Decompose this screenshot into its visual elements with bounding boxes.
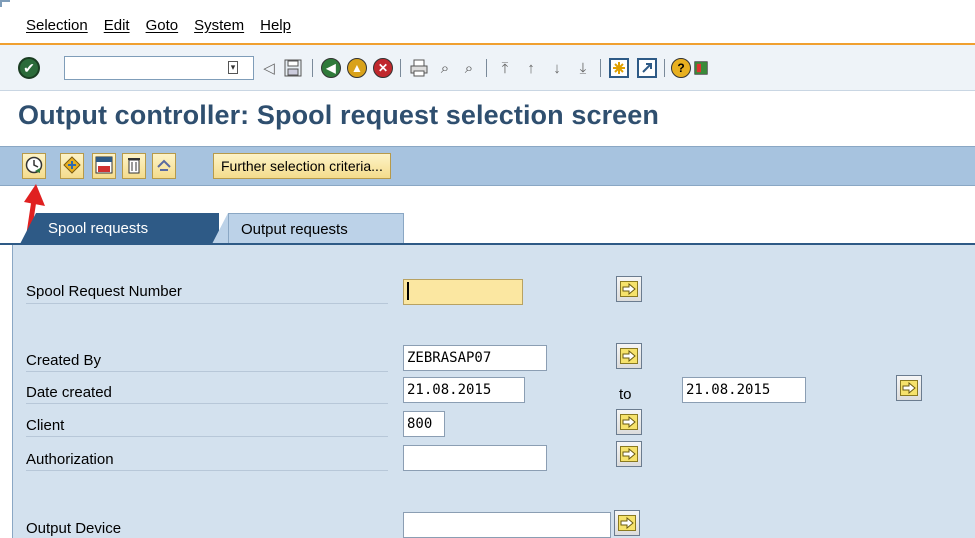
last-page-icon[interactable]: ⤓ [572,57,594,79]
diamond-arrows-icon [63,155,81,177]
shortcut-icon[interactable] [636,57,658,79]
cancel-icon[interactable]: ✕ [372,57,394,79]
find-icon[interactable]: ⌕ [434,57,456,79]
tab-output-requests[interactable]: Output requests [212,213,404,244]
menu-goto[interactable]: Goto [146,17,179,34]
arrow-right-icon [620,446,638,462]
further-selection-criteria-button[interactable]: Further selection criteria... [213,153,391,179]
spool-request-number-label: Spool Request Number [26,283,182,300]
toolbar-separator [486,59,487,77]
create-session-icon[interactable] [608,57,630,79]
tab-spool-requests[interactable]: Spool requests [20,213,219,244]
date-created-multiple-selection-button[interactable] [896,375,922,401]
exit-icon[interactable]: ▲ [346,57,368,79]
first-page-icon[interactable]: ⤒ [494,57,516,79]
arrow-right-icon [618,515,636,531]
label-underline [26,303,388,304]
page-title: Output controller: Spool request selecti… [18,100,660,130]
enter-checkmark-icon[interactable]: ✔ [18,57,40,79]
authorization-multiple-selection-button[interactable] [616,441,642,467]
created-by-multiple-selection-button[interactable] [616,343,642,369]
client-multiple-selection-button[interactable] [616,409,642,435]
window-corner [0,0,10,7]
layout-menu-icon[interactable] [694,57,708,79]
menu-help[interactable]: Help [260,17,291,34]
date-created-to-field[interactable]: 21.08.2015 [682,377,806,403]
arrow-right-icon [620,348,638,364]
created-by-field[interactable]: ZEBRASAP07 [403,345,547,371]
authorization-field[interactable] [403,445,547,471]
back-icon[interactable]: ◀ [320,57,342,79]
label-underline [26,470,388,471]
application-toolbar: Further selection criteria... [0,146,975,186]
arrow-right-icon [620,281,638,297]
label-underline [26,371,388,372]
arrow-right-icon [900,380,918,396]
previous-page-icon[interactable]: ↑ [520,57,542,79]
menu-edit[interactable]: Edit [104,17,130,34]
selection-panel: Spool Request Number Created By ZEBRASAP… [12,245,975,538]
toolbar-separator [664,59,665,77]
client-label: Client [26,417,65,434]
refresh-button[interactable] [152,153,176,179]
output-device-multiple-selection-button[interactable] [614,510,640,536]
spool-number-multiple-selection-button[interactable] [616,276,642,302]
arrow-right-icon [620,414,638,430]
spool-request-number-field[interactable] [403,279,523,305]
next-page-icon[interactable]: ↓ [546,57,568,79]
tab-strip: Spool requests Output requests [0,210,975,244]
back-arrow-icon[interactable]: ◁ [258,57,280,79]
help-icon[interactable]: ? [670,57,692,79]
toolbar-separator [600,59,601,77]
save-variant-button[interactable] [92,153,116,179]
output-device-label: Output Device [26,520,122,537]
sync-arrows-icon [155,156,173,177]
date-created-label: Date created [26,384,112,401]
save-variant-icon [95,156,113,177]
menu-system[interactable]: System [194,17,244,34]
trash-icon [126,156,142,177]
client-field[interactable]: 800 [403,411,445,437]
print-icon[interactable] [408,57,430,79]
date-created-from-field[interactable]: 21.08.2015 [403,377,525,403]
command-field[interactable] [64,56,254,80]
find-next-icon[interactable]: ⌕ [458,57,480,79]
system-toolbar: ✔ ▾ ◁ ◀ ▲ ✕ ⌕ ⌕ ⤒ ↑ ↓ ⤓ ? [0,45,975,91]
label-underline [26,403,388,404]
menu-bar: Selection Edit Goto System Help [0,0,975,45]
save-icon[interactable] [282,57,304,79]
execute-button[interactable] [22,153,46,179]
output-device-field[interactable] [403,512,611,538]
menu-items: Selection Edit Goto System Help [26,17,291,34]
clock-execute-icon [25,156,43,177]
toolbar-separator [312,59,313,77]
label-underline [26,436,388,437]
text-caret [407,282,409,300]
authorization-label: Authorization [26,451,114,468]
created-by-label: Created By [26,352,102,369]
date-to-label: to [619,386,632,403]
delete-button[interactable] [122,153,146,179]
toolbar-separator [400,59,401,77]
menu-selection[interactable]: Selection [26,17,88,34]
variants-button[interactable] [60,153,84,179]
command-history-dropdown-icon[interactable]: ▾ [228,61,238,74]
